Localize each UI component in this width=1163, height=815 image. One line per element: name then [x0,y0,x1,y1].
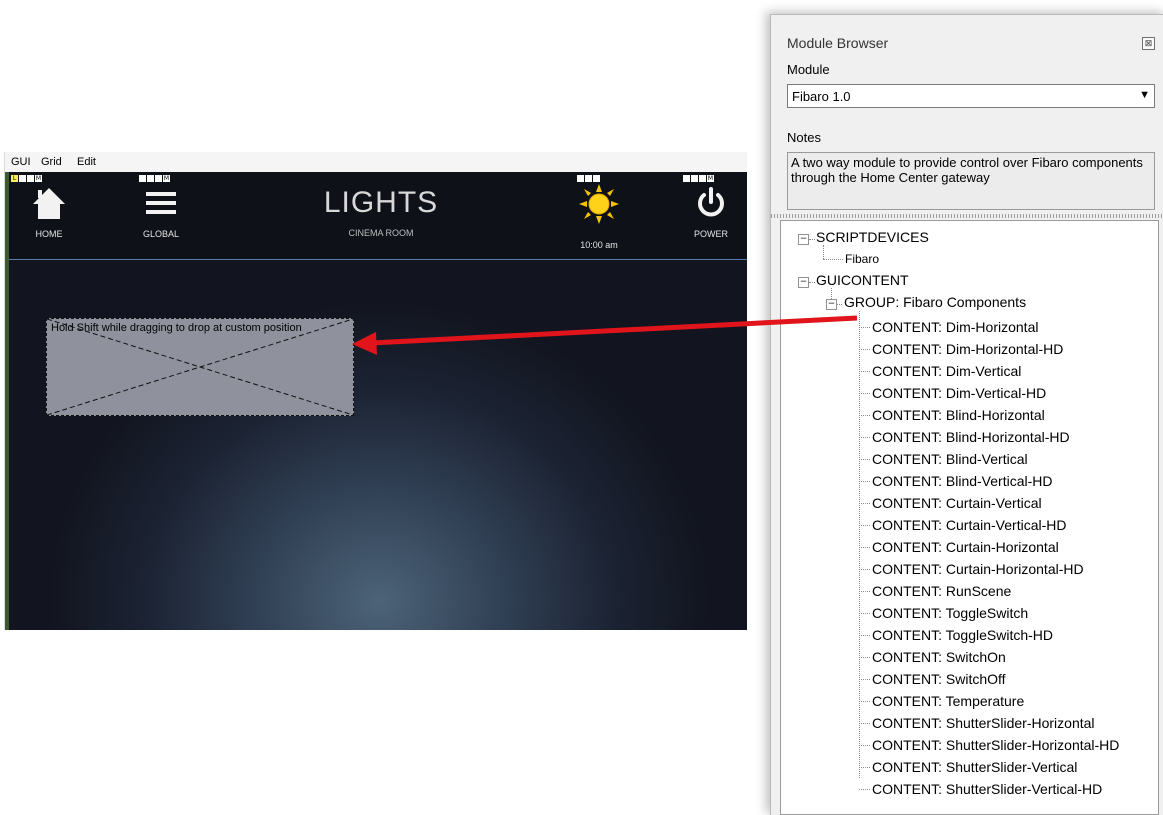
drop-hint-text: Hold Shift while dragging to drop at cus… [51,322,302,334]
home-lmw-markers: LM [11,175,42,182]
tree-node-content[interactable]: CONTENT: ToggleSwitch-HD [872,627,1053,643]
close-icon[interactable]: ⊠ [1142,37,1155,50]
weather-button[interactable] [579,184,619,229]
tree-node-content[interactable]: CONTENT: Blind-Horizontal [872,407,1045,423]
tree-node-content[interactable]: CONTENT: SwitchOn [872,649,1006,665]
chevron-down-icon[interactable]: ▼ [1139,89,1150,101]
tree-node-content[interactable]: CONTENT: Curtain-Vertical [872,495,1042,511]
module-label: Module [787,62,830,77]
tree-node-content[interactable]: CONTENT: ShutterSlider-Horizontal [872,715,1095,731]
global-label: GLOBAL [142,229,180,239]
tree-node-guicontent[interactable]: GUICONTENT [816,272,909,288]
menu-gui[interactable]: GUI [11,156,31,168]
module-browser-panel: Module Browser ⊠ Module Fibaro 1.0 ▼ Not… [770,14,1163,815]
design-canvas[interactable]: LM HOME M GLOBAL LIGHTS CINEMA ROOM 10:0… [9,172,747,630]
tree-node-content[interactable]: CONTENT: Dim-Horizontal [872,319,1038,335]
tree-node-scriptdevices[interactable]: SCRIPTDEVICES [816,229,929,245]
drop-placeholder[interactable]: Hold Shift while dragging to drop at cus… [46,318,354,416]
tree-node-content[interactable]: CONTENT: Curtain-Horizontal-HD [872,561,1084,577]
collapse-icon[interactable]: − [826,299,837,310]
tree-node-content[interactable]: CONTENT: RunScene [872,583,1011,599]
global-button[interactable]: GLOBAL [121,186,201,239]
weather-time: 10:00 am [580,240,618,250]
page-subtitle: CINEMA ROOM [348,228,414,238]
module-select[interactable]: Fibaro 1.0 ▼ [787,84,1155,108]
tree-node-content[interactable]: CONTENT: Temperature [872,693,1024,709]
power-label: POWER [693,229,728,239]
home-label: HOME [35,229,63,239]
tree-node-content[interactable]: CONTENT: ShutterSlider-Vertical-HD [872,781,1102,797]
tree-node-content[interactable]: CONTENT: ToggleSwitch [872,605,1028,621]
power-icon [698,187,724,217]
tree-node-content[interactable]: CONTENT: ShutterSlider-Horizontal-HD [872,737,1119,753]
tree-node-content[interactable]: CONTENT: Curtain-Horizontal [872,539,1059,555]
collapse-icon[interactable]: − [798,234,809,245]
tree-node-content[interactable]: CONTENT: Blind-Vertical-HD [872,473,1052,489]
weather-lmw-markers [577,175,600,182]
collapse-icon[interactable]: − [798,277,809,288]
tree-node-content[interactable]: CONTENT: Blind-Horizontal-HD [872,429,1070,445]
tree-node-content[interactable]: CONTENT: Blind-Vertical [872,451,1028,467]
tree-node-group[interactable]: GROUP: Fibaro Components [844,294,1026,310]
tree-node-fibaro[interactable]: Fibaro [845,252,879,266]
tree-node-content[interactable]: CONTENT: Dim-Vertical [872,363,1021,379]
tree-node-content[interactable]: CONTENT: Dim-Vertical-HD [872,385,1046,401]
menu-icon [146,192,176,214]
notes-text: A two way module to provide control over… [787,152,1155,210]
tree-node-content[interactable]: CONTENT: Dim-Horizontal-HD [872,341,1063,357]
page-title: LIGHTS [323,186,439,219]
menu-bar: GUI Grid Edit [5,152,747,172]
tree-node-content[interactable]: CONTENT: SwitchOff [872,671,1006,687]
module-select-value: Fibaro 1.0 [792,89,851,104]
splitter-handle[interactable] [771,214,1163,218]
gui-designer-window: GUI Grid Edit LM HOME M GLOBAL LIGHTS CI… [4,152,747,630]
module-browser-title: Module Browser [787,35,889,51]
home-icon [33,188,65,219]
notes-label: Notes [787,130,821,145]
global-lmw-markers: M [139,175,170,182]
module-tree[interactable]: − SCRIPTDEVICES Fibaro − GUICONTENT − GR… [780,220,1159,815]
page-header-bar: LM HOME M GLOBAL LIGHTS CINEMA ROOM 10:0… [9,172,747,260]
tree-node-content[interactable]: CONTENT: ShutterSlider-Vertical [872,759,1077,775]
sun-icon [579,184,619,224]
power-lmw-markers: M [683,175,714,182]
menu-grid[interactable]: Grid [41,156,62,168]
menu-edit[interactable]: Edit [77,156,96,168]
power-button[interactable]: POWER [671,186,751,239]
tree-node-content[interactable]: CONTENT: Curtain-Vertical-HD [872,517,1066,533]
home-button[interactable]: HOME [9,186,89,239]
